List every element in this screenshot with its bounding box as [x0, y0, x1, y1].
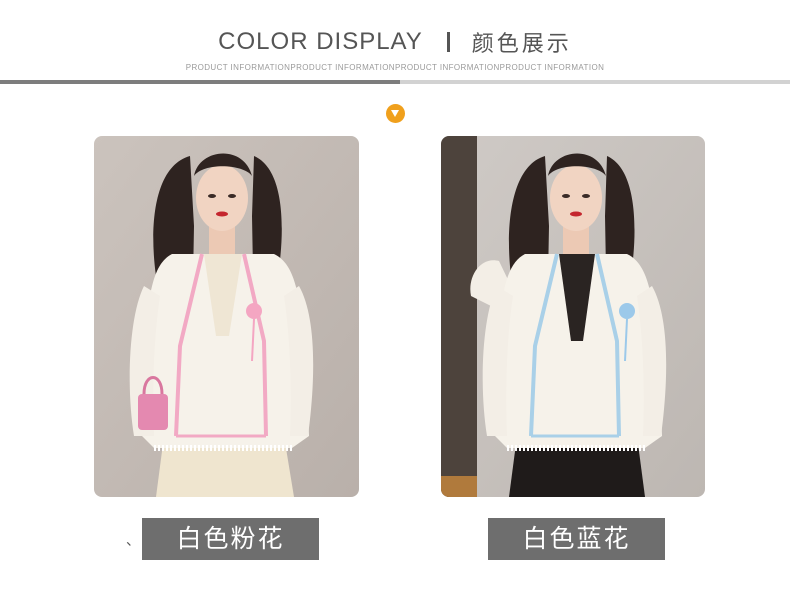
divider-rule-light [400, 80, 790, 84]
caption-blue-flower: 白色蓝花 [488, 518, 665, 560]
section-title: COLOR DISPLAY 颜色展示 [0, 26, 790, 60]
section-title-chinese: 颜色展示 [471, 32, 572, 57]
section-title-english: COLOR DISPLAY [218, 28, 423, 55]
product-photo-blue-flower [441, 136, 705, 497]
model-illustration-blue [441, 136, 705, 497]
model-illustration-pink [94, 136, 359, 497]
title-separator [446, 32, 450, 52]
caption-pink-flower: 白色粉花 [142, 518, 319, 560]
chevron-down-icon [386, 104, 405, 123]
divider-rule [0, 80, 790, 84]
divider-rule-dark [0, 80, 400, 84]
color-display-page: COLOR DISPLAY 颜色展示 PRODUCT INFORMATIONPRO… [0, 0, 790, 589]
section-subtitle: PRODUCT INFORMATIONPRODUCT INFORMATIONPR… [185, 63, 605, 72]
stray-mark: 、 [126, 533, 140, 549]
product-photo-pink-flower [94, 136, 359, 497]
